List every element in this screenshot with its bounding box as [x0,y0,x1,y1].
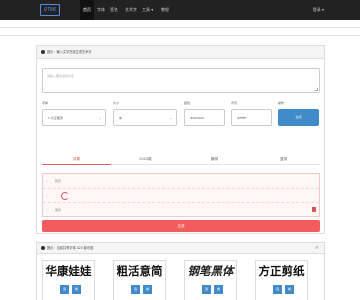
font-card[interactable]: 华康娃娃 选 看 [42,260,95,300]
info-icon [41,50,45,54]
nav-item-tools-dropdown[interactable]: 工具 ▾ [139,0,156,20]
bg-color-input-label: 背景 [231,101,238,105]
close-icon[interactable]: × [315,244,319,252]
nav-item-art-text[interactable]: 艺术字 [122,0,140,20]
font-card[interactable]: 方正剪纸 选 看 [255,260,308,300]
color-input-value: #000000 [190,116,204,120]
chevron-down-icon: ⌄ [98,116,101,120]
chevron-down-icon: ⌄ [169,116,172,120]
tab-vertical[interactable]: 竖排 [249,157,318,162]
tab-horizontal[interactable]: 横排 [180,157,249,162]
list-item-label: 预览 [55,179,62,183]
font-preview-text: 粗活意简 [116,264,163,278]
resize-grip-icon[interactable] [315,88,318,91]
info-icon [41,246,45,250]
view-font-button[interactable]: 看 [72,285,81,294]
list-item[interactable]: ¦ 保存 [43,202,319,216]
tab-2025[interactable]: 2025款 [111,157,180,162]
row-marker-icon: ¦ [46,194,48,198]
select-font-button[interactable]: 选 [60,285,69,294]
tab-effect[interactable]: 效果 [42,157,111,162]
generator-panel-header: 提示：输入文字在线生成艺术字 [37,46,324,59]
nav-item-signature[interactable]: 签名 [107,0,121,20]
generate-button[interactable]: 生成 [278,109,319,126]
font-select[interactable]: 1.方正粗宋 ⌄ [42,109,106,126]
bg-color-input-value: #ffffff [237,116,246,120]
size-select-label: 大小 [113,101,120,105]
preview-list: ¦ 预览 ¦ ¦ 保存 [42,173,320,217]
font-select-value: 1.方正粗宋 [48,116,63,120]
site-logo[interactable]: QT86 [40,4,60,16]
style-tabs: 效果 2025款 横排 竖排 [42,156,320,165]
trash-icon[interactable] [312,207,316,212]
top-navbar: QT86 首页 字体 签名 艺术字 工具 ▾ 教程 登录 ▾ [0,0,360,20]
breadcrumb-strip [0,27,360,36]
font-select-label: 字体 [42,101,49,105]
bg-color-input[interactable]: #ffffff [231,109,272,126]
font-card[interactable]: 钢笔黑体 选 看 [184,260,237,300]
text-input-placeholder: 请输入要生成的文字 [47,74,75,78]
submit-button[interactable]: 生成 [42,220,320,232]
fonts-count-hint: 提示：当前共有字体 423 款可选 [47,246,94,250]
view-font-button[interactable]: 看 [143,285,152,294]
list-item[interactable]: ¦ 预览 [43,174,319,188]
list-item-label: 保存 [55,208,62,212]
view-font-button[interactable]: 看 [214,285,223,294]
text-input-area[interactable]: 请输入要生成的文字 [42,68,320,93]
select-font-button[interactable]: 选 [273,285,282,294]
nav-item-home[interactable]: 首页 [80,0,94,20]
font-preview-text: 华康娃娃 [45,264,92,278]
user-menu-dropdown[interactable]: 登录 ▾ [313,0,324,20]
font-preview-text: 钢笔黑体 [187,264,234,278]
font-card[interactable]: 粗活意简 选 看 [113,260,166,300]
row-marker-icon: ¦ [46,179,48,183]
nav-item-tutorials[interactable]: 教程 [158,0,172,20]
fonts-panel: 提示：当前共有字体 423 款可选 × 华康娃娃 选 看 粗活意简 选 看 钢笔… [36,242,325,300]
nav-item-fonts[interactable]: 字体 [94,0,108,20]
loading-spinner-icon [61,192,69,200]
size-select-value: 中 [119,116,123,120]
row-marker-icon: ¦ [46,208,48,212]
color-input-label: 颜色 [184,101,191,105]
select-font-button[interactable]: 选 [202,285,211,294]
list-item[interactable]: ¦ [43,188,319,202]
active-tab-indicator [42,164,111,165]
fonts-panel-header: 提示：当前共有字体 423 款可选 × [37,243,324,254]
action-label: 操作 [278,101,285,105]
size-select[interactable]: 中 ⌄ [113,109,177,126]
generator-panel: 提示：输入文字在线生成艺术字 请输入要生成的文字 字体 1.方正粗宋 ⌄ 大小 … [36,45,325,234]
font-preview-text: 方正剪纸 [258,264,305,278]
color-input[interactable]: #000000 [184,109,225,126]
select-font-button[interactable]: 选 [131,285,140,294]
generator-hint: 提示：输入文字在线生成艺术字 [47,50,92,54]
view-font-button[interactable]: 看 [285,285,294,294]
